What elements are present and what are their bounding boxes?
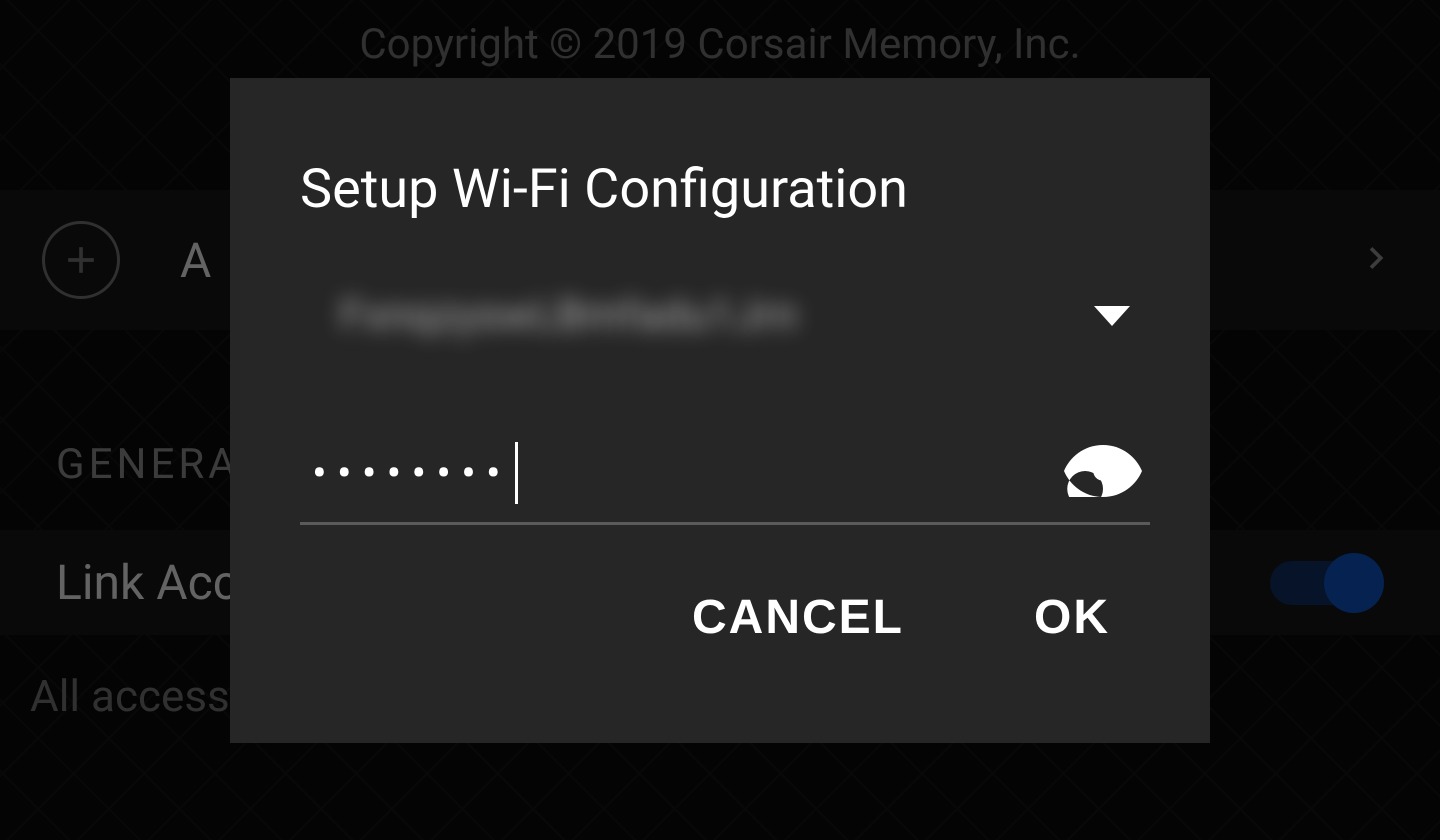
eye-icon[interactable] <box>1064 445 1142 501</box>
dialog-buttons: CANCEL OK <box>300 590 1150 645</box>
ssid-dropdown[interactable]: FxnqzyswLBmfadu1Jrn <box>300 291 1150 352</box>
password-field-row: •••••••• <box>300 442 1150 525</box>
cancel-button[interactable]: CANCEL <box>692 590 904 645</box>
text-cursor <box>515 442 518 504</box>
password-input[interactable]: •••••••• <box>312 442 518 504</box>
password-masked-value: •••••••• <box>312 447 511 499</box>
chevron-down-icon <box>1094 306 1130 326</box>
ok-button[interactable]: OK <box>1034 590 1110 645</box>
wifi-config-dialog: Setup Wi-Fi Configuration FxnqzyswLBmfad… <box>230 78 1210 743</box>
ssid-value: FxnqzyswLBmfadu1Jrn <box>340 291 798 340</box>
dialog-title: Setup Wi-Fi Configuration <box>300 158 1150 221</box>
